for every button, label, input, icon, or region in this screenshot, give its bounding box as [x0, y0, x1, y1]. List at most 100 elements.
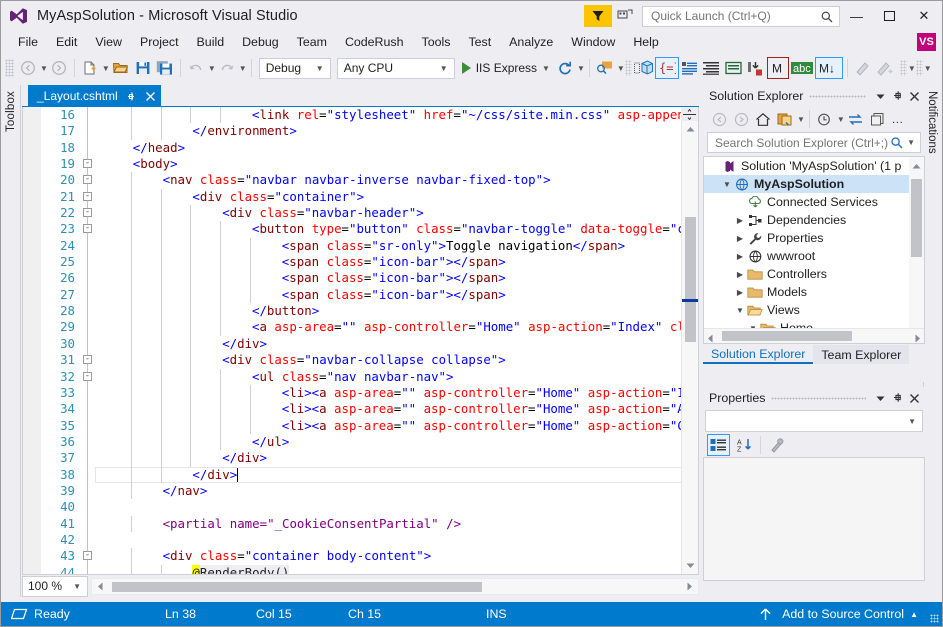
tree-scrollbar-thumb[interactable]	[911, 179, 922, 257]
code-line[interactable]: 24<span class="sr-only">Toggle navigatio…	[23, 238, 698, 254]
code-line[interactable]: 34<li><a asp-area="" asp-controller="Hom…	[23, 401, 698, 417]
editor-horizontal-scrollbar[interactable]	[91, 578, 699, 595]
feedback-funnel-icon[interactable]	[584, 5, 612, 27]
menu-item-edit[interactable]: Edit	[47, 33, 86, 51]
back-dropdown-icon[interactable]: ▼	[40, 64, 48, 73]
add-to-source-control-button[interactable]: Add to Source Control	[782, 607, 904, 621]
chevron-down-icon[interactable]: ▼	[902, 417, 922, 426]
code-line[interactable]: 26<span class="icon-bar"></span>	[23, 270, 698, 286]
collapse-toggle-icon[interactable]: -	[83, 551, 92, 560]
scroll-up-arrow[interactable]	[682, 121, 699, 138]
properties-object-combo[interactable]: ▼	[705, 410, 923, 432]
tree-item[interactable]: ▶Dependencies	[704, 211, 909, 229]
chevron-down-icon[interactable]: ▼	[73, 582, 81, 591]
object-browser-icon[interactable]	[632, 57, 655, 79]
tab-team-explorer[interactable]: Team Explorer	[813, 345, 909, 364]
code-line[interactable]: 36</ul>	[23, 434, 698, 450]
panel-drag-dots[interactable]	[771, 393, 866, 403]
horizontal-scrollbar-thumb[interactable]	[112, 582, 482, 592]
toolbar-overflow-icon[interactable]: ▼	[924, 64, 932, 73]
navigate-back-icon[interactable]	[17, 57, 39, 79]
account-badge[interactable]: VS	[917, 33, 936, 51]
code-line[interactable]: 32-<ul class="nav navbar-nav">	[23, 369, 698, 385]
expression-icon[interactable]: {=}	[655, 57, 679, 79]
code-line[interactable]: 44@RenderBody()	[23, 565, 698, 575]
menu-item-view[interactable]: View	[86, 33, 131, 51]
tab-solution-explorer[interactable]: Solution Explorer	[703, 345, 813, 364]
code-line[interactable]: 20-<nav class="navbar navbar-inverse nav…	[23, 172, 698, 188]
collapse-toggle-icon[interactable]: -	[83, 175, 92, 184]
tree-item[interactable]: Connected Services	[704, 193, 909, 211]
menu-item-file[interactable]: File	[9, 33, 47, 51]
quick-launch-box[interactable]	[642, 6, 840, 27]
maximize-button[interactable]	[873, 2, 906, 30]
insert-snippet-icon[interactable]	[745, 57, 767, 79]
markdown-m-icon[interactable]: M	[767, 57, 789, 79]
tree-item[interactable]: ▶Properties	[704, 229, 909, 247]
code-line[interactable]: 31-<div class="navbar-collapse collapse"…	[23, 352, 698, 368]
tree-hscrollbar-thumb[interactable]	[722, 331, 852, 341]
toolbox-tab[interactable]: Toolbox	[2, 85, 21, 205]
alphabetical-sort-icon[interactable]: AZ	[734, 434, 756, 456]
toolbar-grip[interactable]	[5, 59, 14, 77]
tree-item[interactable]: ▶wwwroot	[704, 247, 909, 265]
code-line[interactable]: 29<a asp-area="" asp-controller="Home" a…	[23, 319, 698, 335]
zoom-level-combo[interactable]: 100 % ▼	[22, 576, 88, 597]
show-all-files-icon[interactable]	[867, 109, 889, 130]
code-line[interactable]: 16<link rel="stylesheet" href="~/css/sit…	[23, 107, 698, 123]
scroll-left-arrow[interactable]	[92, 579, 109, 594]
panel-drag-dots[interactable]	[809, 91, 866, 101]
send-feedback-icon[interactable]	[612, 5, 638, 27]
editor-split-handle[interactable]	[681, 107, 698, 121]
collapse-toggle-icon[interactable]: -	[83, 355, 92, 364]
expander-collapsed-icon[interactable]: ▶	[734, 234, 746, 243]
spellcheck-abc-icon[interactable]: abc	[789, 57, 815, 79]
refresh-icon[interactable]	[845, 109, 867, 130]
sync-with-active-document-icon[interactable]	[774, 109, 796, 130]
tree-item[interactable]: ▶Controllers	[704, 265, 909, 283]
bookmark-icon[interactable]	[852, 57, 874, 79]
menu-item-team[interactable]: Team	[288, 33, 336, 51]
code-line[interactable]: 40	[23, 499, 698, 515]
home-icon[interactable]	[752, 109, 774, 130]
code-line[interactable]: 27<span class="icon-bar"></span>	[23, 287, 698, 303]
comment-block-icon[interactable]	[723, 57, 745, 79]
expander-collapsed-icon[interactable]: ▶	[734, 216, 746, 225]
code-line[interactable]: 17</environment>	[23, 123, 698, 139]
close-icon[interactable]	[145, 91, 156, 102]
refresh-icon[interactable]	[554, 57, 576, 79]
menu-item-test[interactable]: Test	[459, 33, 500, 51]
minimize-button[interactable]: —	[840, 2, 873, 30]
chevron-down-icon[interactable]: ▼	[797, 115, 805, 124]
find-in-files-icon[interactable]	[594, 57, 616, 79]
start-debugging-button[interactable]: IIS Express ▼	[458, 57, 554, 79]
tree-scroll-up-arrow[interactable]	[912, 159, 921, 173]
properties-grid[interactable]	[703, 457, 925, 581]
menu-item-analyze[interactable]: Analyze	[500, 33, 562, 51]
pending-changes-icon[interactable]	[814, 109, 836, 130]
close-icon[interactable]	[906, 87, 923, 105]
markdown-down-icon[interactable]: M↓	[815, 57, 843, 79]
tree-scroll-right-arrow[interactable]	[914, 332, 921, 344]
code-line[interactable]: 28</button>	[23, 303, 698, 319]
pin-icon[interactable]	[889, 87, 906, 105]
close-button[interactable]: ✕	[906, 2, 942, 30]
expander-collapsed-icon[interactable]: ▶	[734, 252, 746, 261]
notifications-tab[interactable]: Notifications	[923, 85, 941, 597]
solution-explorer-search-input[interactable]	[713, 135, 890, 151]
solution-configuration-combo[interactable]: Debug ▼	[259, 58, 331, 79]
code-line[interactable]: 35<li><a asp-area="" asp-controller="Hom…	[23, 418, 698, 434]
scroll-right-arrow[interactable]	[681, 579, 698, 594]
code-line[interactable]: 38</div>	[23, 467, 698, 483]
open-file-icon[interactable]	[110, 57, 132, 79]
save-icon[interactable]	[132, 57, 154, 79]
collapse-toggle-icon[interactable]: -	[83, 159, 92, 168]
collapse-toggle-icon[interactable]: -	[83, 192, 92, 201]
chevron-down-icon[interactable]	[872, 87, 889, 105]
code-line[interactable]: 22-<div class="navbar-header">	[23, 205, 698, 221]
code-editor[interactable]: 16<link rel="stylesheet" href="~/css/sit…	[22, 107, 699, 575]
chevron-down-icon[interactable]: ▼	[837, 115, 845, 124]
bookmark-add-icon[interactable]	[874, 57, 896, 79]
menu-item-window[interactable]: Window	[562, 33, 624, 51]
code-line[interactable]: 25<span class="icon-bar"></span>	[23, 254, 698, 270]
